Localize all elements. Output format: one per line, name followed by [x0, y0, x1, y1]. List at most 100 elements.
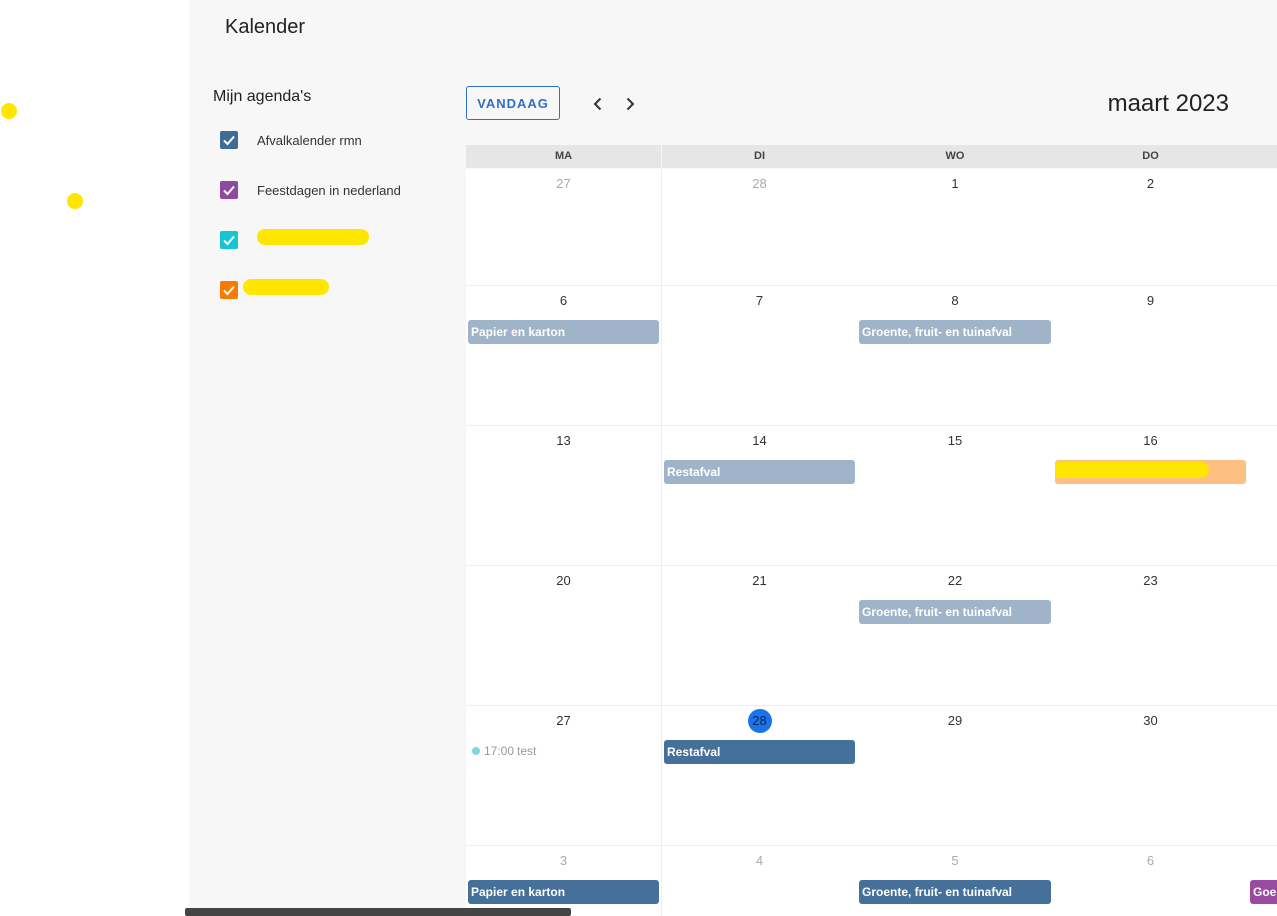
day-cell[interactable]: 28 Restafval: [662, 706, 858, 846]
day-cell[interactable]: 5 Groente, fruit- en tuinafval: [857, 846, 1054, 916]
checkbox-checked[interactable]: [220, 181, 238, 199]
day-cell-partial[interactable]: [1248, 706, 1277, 846]
day-number[interactable]: 15: [857, 433, 1053, 448]
day-number[interactable]: 20: [466, 573, 661, 588]
day-cell-partial[interactable]: [1248, 286, 1277, 426]
day-cell[interactable]: 6: [1053, 846, 1249, 916]
day-cell-partial[interactable]: Goe: [1248, 846, 1277, 916]
checkbox-checked[interactable]: [220, 131, 238, 149]
next-month-button[interactable]: [619, 92, 641, 116]
left-margin: [0, 0, 189, 916]
calendar-item-afvalkalender[interactable]: Afvalkalender rmn: [220, 129, 362, 151]
day-cell[interactable]: 16: [1053, 426, 1249, 566]
event-chip[interactable]: Restafval: [664, 460, 855, 484]
day-cell[interactable]: 27 17:00 test: [466, 706, 662, 846]
redaction-scribble: [257, 229, 369, 245]
calendar-label: Feestdagen in nederland: [257, 182, 401, 198]
day-number[interactable]: 1: [857, 176, 1053, 191]
event-chip[interactable]: Papier en karton: [468, 880, 659, 904]
day-number[interactable]: 7: [662, 293, 857, 308]
day-number[interactable]: 16: [1053, 433, 1248, 448]
day-cell[interactable]: 29: [857, 706, 1054, 846]
today-button[interactable]: VANDAAG: [466, 86, 560, 120]
redaction-scribble: [243, 279, 329, 295]
day-cell[interactable]: 23: [1053, 566, 1249, 706]
checkbox-checked[interactable]: [220, 231, 238, 249]
chevron-left-icon: [593, 97, 602, 111]
month-grid: MA DI WO DO 27 28 1 2 6 Papier en karton 7 8 Groente…: [466, 145, 1277, 916]
day-cell[interactable]: 2: [1053, 169, 1249, 286]
event-chip[interactable]: Groente, fruit- en tuinafval: [859, 600, 1051, 624]
weekday-header: WO: [857, 145, 1053, 168]
calendar-item-feestdagen[interactable]: Feestdagen in nederland: [220, 179, 401, 201]
weekday-header: DO: [1053, 145, 1248, 168]
day-cell[interactable]: 1: [857, 169, 1054, 286]
day-number[interactable]: 23: [1053, 573, 1248, 588]
month-title: maart 2023: [1107, 90, 1229, 117]
event-chip-redacted[interactable]: [1055, 460, 1246, 484]
day-cell[interactable]: 15: [857, 426, 1054, 566]
day-number[interactable]: 2: [1053, 176, 1248, 191]
check-icon: [223, 185, 235, 196]
day-cell[interactable]: 14 Restafval: [662, 426, 858, 566]
day-number[interactable]: 21: [662, 573, 857, 588]
event-chip[interactable]: Papier en karton: [468, 320, 659, 344]
prev-month-button[interactable]: [587, 92, 609, 116]
day-number[interactable]: 27: [466, 176, 661, 191]
day-cell-partial[interactable]: [1248, 169, 1277, 286]
event-title: test: [517, 744, 537, 758]
day-number[interactable]: 27: [466, 713, 661, 728]
day-number[interactable]: 3: [466, 853, 661, 868]
day-cell[interactable]: 7: [662, 286, 858, 426]
day-cell[interactable]: 8 Groente, fruit- en tuinafval: [857, 286, 1054, 426]
my-calendars-title: Mijn agenda's: [213, 88, 312, 105]
horizontal-scrollbar[interactable]: [185, 908, 571, 916]
day-cell[interactable]: 28: [662, 169, 858, 286]
event-chip[interactable]: Restafval: [664, 740, 855, 764]
redaction-scribble: [1055, 462, 1209, 478]
day-number[interactable]: 13: [466, 433, 661, 448]
app-title: Kalender: [225, 16, 306, 38]
day-cell[interactable]: 6 Papier en karton: [466, 286, 662, 426]
calendar-item-redacted-1[interactable]: [220, 229, 257, 251]
day-cell[interactable]: 3 Papier en karton: [466, 846, 662, 916]
day-number[interactable]: 29: [857, 713, 1053, 728]
day-number[interactable]: 14: [662, 433, 857, 448]
day-number[interactable]: 8: [857, 293, 1053, 308]
event-time: 17:00: [484, 744, 515, 758]
event-chip[interactable]: Groente, fruit- en tuinafval: [859, 880, 1051, 904]
check-icon: [223, 285, 235, 296]
checkbox-checked[interactable]: [220, 281, 238, 299]
timed-event[interactable]: 17:00 test: [472, 744, 536, 758]
weekday-header: MA: [466, 145, 661, 168]
day-cell[interactable]: 30: [1053, 706, 1249, 846]
chevron-right-icon: [626, 97, 635, 111]
day-number[interactable]: 30: [1053, 713, 1248, 728]
check-icon: [223, 235, 235, 246]
day-cell[interactable]: 27: [466, 169, 662, 286]
day-cell[interactable]: 13: [466, 426, 662, 566]
event-chip[interactable]: Goe: [1250, 880, 1277, 904]
day-cell[interactable]: 22 Groente, fruit- en tuinafval: [857, 566, 1054, 706]
calendar-label: Afvalkalender rmn: [257, 132, 362, 148]
today-marker[interactable]: 28: [747, 709, 772, 733]
day-cell[interactable]: 4: [662, 846, 858, 916]
day-cell[interactable]: 20: [466, 566, 662, 706]
weekday-header: [1248, 145, 1277, 168]
event-dot-icon: [472, 747, 480, 755]
day-number[interactable]: 5: [857, 853, 1053, 868]
yellow-marker-dot: [67, 193, 83, 209]
day-number[interactable]: 28: [662, 176, 857, 191]
day-number[interactable]: 9: [1053, 293, 1248, 308]
day-number[interactable]: 4: [662, 853, 857, 868]
event-chip[interactable]: Groente, fruit- en tuinafval: [859, 320, 1051, 344]
yellow-marker-dot: [1, 103, 17, 119]
day-number[interactable]: 6: [1053, 853, 1248, 868]
day-number[interactable]: 6: [466, 293, 661, 308]
day-cell-partial[interactable]: [1248, 426, 1277, 566]
day-cell-partial[interactable]: [1248, 566, 1277, 706]
weekday-header: DI: [662, 145, 857, 168]
day-cell[interactable]: 9: [1053, 286, 1249, 426]
day-cell[interactable]: 21: [662, 566, 858, 706]
day-number[interactable]: 22: [857, 573, 1053, 588]
